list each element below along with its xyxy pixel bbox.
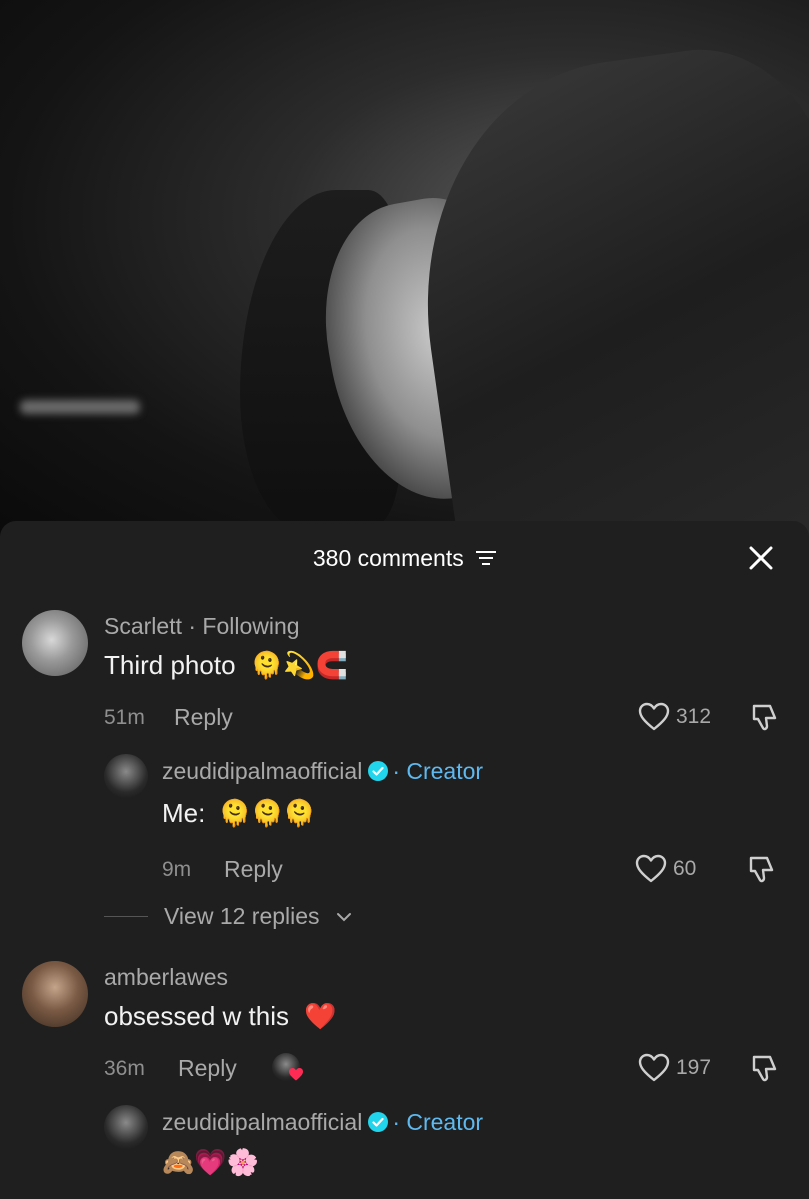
photo-shape (394, 33, 809, 540)
divider-line (104, 916, 148, 917)
comments-header: 380 comments (0, 521, 809, 597)
like-count: 197 (676, 1056, 712, 1079)
post-photo (0, 0, 809, 540)
following-label: · Following (188, 613, 300, 639)
heart-icon (638, 1053, 670, 1082)
like-button[interactable]: 197 (638, 1053, 711, 1083)
reply-author[interactable]: zeudidipalmaofficial · Creator (162, 758, 483, 785)
author-name[interactable]: amberlawes (104, 964, 228, 990)
verified-badge-icon (368, 760, 389, 781)
comments-sheet: 380 comments Scarlett · Following Third … (0, 521, 809, 1199)
avatar-scarlett[interactable] (22, 610, 88, 676)
reply-emojis: 🙈💗🌸 (162, 1148, 260, 1178)
like-button[interactable]: 60 (635, 854, 696, 884)
reply-text: Me: 🫠🫠🫠 (162, 798, 316, 829)
view-replies-button[interactable]: View 12 replies (104, 903, 352, 930)
dislike-icon[interactable] (748, 702, 780, 734)
avatar-zeudidipalmaofficial[interactable] (104, 1105, 148, 1149)
dislike-icon[interactable] (745, 854, 777, 886)
comment-time: 51m (104, 706, 145, 729)
like-button[interactable]: 312 (638, 702, 711, 732)
author-name[interactable]: zeudidipalmaofficial (162, 1109, 362, 1135)
reply-button[interactable]: Reply (174, 704, 233, 731)
sort-icon[interactable] (476, 550, 497, 566)
reply-button[interactable]: Reply (178, 1055, 237, 1082)
author-name[interactable]: zeudidipalmaofficial (162, 758, 362, 784)
heart-icon (638, 702, 670, 731)
close-icon[interactable] (747, 544, 775, 572)
reply-text: 🙈💗🌸 (162, 1147, 259, 1178)
comment-text: obsessed w this ❤️ (104, 1001, 337, 1032)
like-count: 312 (676, 705, 712, 728)
comment-count-label: 380 comments (312, 545, 464, 571)
dislike-icon[interactable] (748, 1053, 780, 1085)
reply-time: 9m (162, 858, 192, 881)
photo-shape (20, 400, 140, 414)
comment-emojis: 🫠💫🧲 (250, 651, 348, 681)
reply-author[interactable]: zeudidipalmaofficial · Creator (162, 1109, 483, 1136)
reply-emojis: 🫠🫠🫠 (218, 799, 316, 829)
comment-count[interactable]: 380 comments (0, 545, 809, 572)
comment-text: Third photo 🫠💫🧲 (104, 650, 348, 681)
like-count: 60 (673, 857, 697, 880)
author-name[interactable]: Scarlett (104, 613, 182, 639)
comment-body: obsessed w this (104, 1001, 289, 1031)
chevron-down-icon (336, 912, 351, 921)
creator-label: · Creator (392, 1109, 484, 1135)
avatar-amberlawes[interactable] (22, 961, 88, 1027)
comment-author[interactable]: Scarlett · Following (104, 613, 300, 640)
heart-icon (635, 854, 667, 883)
heart-filled-icon (289, 1068, 303, 1081)
verified-badge-icon (368, 1111, 389, 1132)
comment-author[interactable]: amberlawes (104, 964, 228, 991)
reply-body: Me: (162, 798, 206, 828)
reply-button[interactable]: Reply (224, 856, 283, 883)
comment-body: Third photo (104, 650, 236, 680)
creator-liked-badge (272, 1053, 303, 1083)
comment-time: 36m (104, 1057, 145, 1080)
view-replies-label: View 12 replies (164, 903, 320, 929)
avatar-zeudidipalmaofficial[interactable] (104, 754, 148, 798)
creator-label: · Creator (392, 758, 484, 784)
comment-emojis: ❤️ (304, 1002, 337, 1032)
